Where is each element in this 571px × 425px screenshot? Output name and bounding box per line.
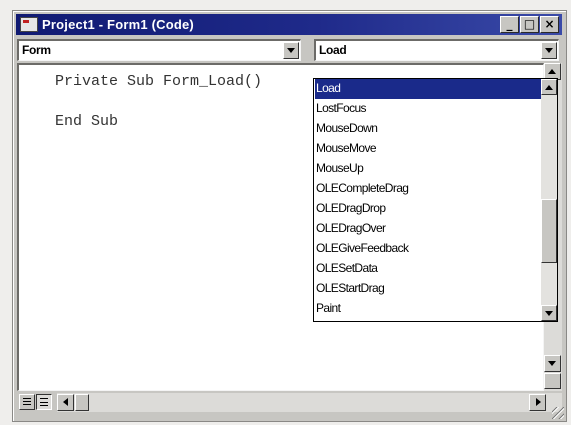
dropdown-item-mousedown[interactable]: MouseDown [315,119,543,139]
minimize-button[interactable]: _ [500,16,519,33]
window-controls: _ □ × [500,16,559,33]
dropdown-item-oledragover[interactable]: OLEDragOver [315,219,543,239]
object-combo-arrow-icon[interactable] [283,42,299,59]
form-icon[interactable] [20,17,38,32]
scroll-down-icon[interactable] [544,355,561,372]
code-horizontal-scrollbar[interactable] [57,393,562,412]
procedure-view-button[interactable] [19,394,35,410]
dropdown-item-paint[interactable]: Paint [315,299,543,319]
scroll-right-icon[interactable] [529,394,546,411]
object-combo[interactable]: Form [17,39,301,61]
split-box[interactable] [544,373,561,389]
procedure-combo[interactable]: Load [314,39,559,61]
procedure-dropdown-list[interactable]: Load LostFocus MouseDown MouseMove Mouse… [313,78,558,322]
horizontal-scroll-thumb[interactable] [75,394,89,411]
object-combo-value: Form [22,43,51,57]
procedure-combo-value: Load [319,43,347,57]
window-title: Project1 - Form1 (Code) [42,17,194,32]
dropdown-item-olecompletedrag[interactable]: OLECompleteDrag [315,179,543,199]
dropdown-scrollbar[interactable] [541,79,557,321]
resize-grip-icon[interactable] [552,407,564,419]
scroll-left-icon[interactable] [57,394,74,411]
title-bar[interactable]: Project1 - Form1 (Code) _ □ × [16,14,562,35]
dropdown-item-olestartdrag[interactable]: OLEStartDrag [315,279,543,299]
dropdown-item-load[interactable]: Load [315,79,543,99]
dropdown-item-mousemove[interactable]: MouseMove [315,139,543,159]
dropdown-item-olesetdata[interactable]: OLESetData [315,259,543,279]
code-line: End Sub [55,113,119,130]
dropdown-scroll-down-icon[interactable] [541,305,557,321]
code-line: Private Sub Form_Load() [55,73,263,90]
dropdown-item-oledragdrop[interactable]: OLEDragDrop [315,199,543,219]
full-module-view-button[interactable] [36,394,52,410]
procedure-combo-arrow-icon[interactable] [541,42,557,59]
dropdown-item-olegivefeedback[interactable]: OLEGiveFeedback [315,239,543,259]
dropdown-scroll-up-icon[interactable] [541,79,557,95]
close-button[interactable]: × [540,16,559,33]
dropdown-item-lostfocus[interactable]: LostFocus [315,99,543,119]
dropdown-scroll-thumb[interactable] [541,199,557,263]
maximize-button[interactable]: □ [520,16,539,33]
dropdown-item-mouseup[interactable]: MouseUp [315,159,543,179]
bottom-bar [17,393,562,413]
